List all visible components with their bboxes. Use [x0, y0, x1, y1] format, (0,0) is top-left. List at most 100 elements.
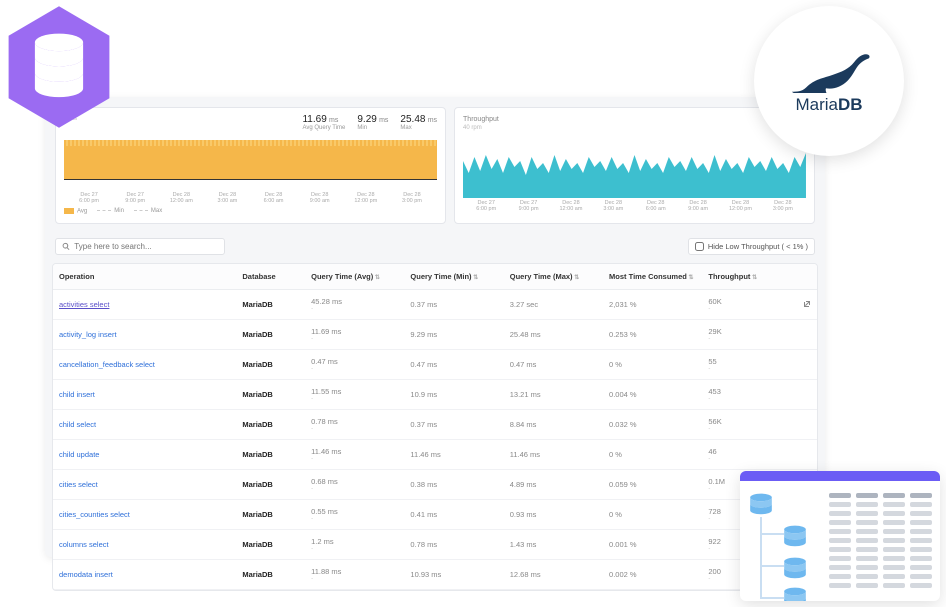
- schema-diagram-decoration: [740, 471, 940, 601]
- cell-operation[interactable]: cancellation_feedback select: [53, 349, 236, 379]
- cell-ext: [779, 349, 817, 379]
- th-qt-max[interactable]: Query Time (Max): [504, 264, 603, 290]
- metrics-block: 11.69 msAvg Query Time 9.29 msMin 25.48 …: [302, 114, 437, 131]
- cell-operation[interactable]: demodata insert: [53, 559, 236, 589]
- cell-qt-min: 0.37 ms: [404, 289, 503, 319]
- cell-throughput: 60K-: [702, 289, 778, 319]
- cell-qt-avg: 0.55 ms-: [305, 499, 404, 529]
- cell-qt-min: 11.46 ms: [404, 439, 503, 469]
- cell-operation[interactable]: child select: [53, 409, 236, 439]
- th-most-time[interactable]: Most Time Consumed: [603, 264, 702, 290]
- table-row[interactable]: columns selectMariaDB1.2 ms-0.78 ms1.43 …: [53, 529, 817, 559]
- cell-operation[interactable]: child insert: [53, 379, 236, 409]
- cell-operation[interactable]: activities select: [53, 289, 236, 319]
- hide-low-checkbox[interactable]: [695, 242, 704, 251]
- cell-qt-min: 10.93 ms: [404, 559, 503, 589]
- table-row[interactable]: child updateMariaDB11.46 ms-11.46 ms11.4…: [53, 439, 817, 469]
- database-icon: [748, 493, 774, 517]
- dashboard-panel: 11.69 msAvg Query Time 9.29 msMin 25.48 …: [45, 97, 825, 557]
- x-axis-right: Dec 276:00 pmDec 279:00 pmDec 2812:00 am…: [463, 198, 806, 212]
- cell-ext: [779, 319, 817, 349]
- database-icon: [782, 557, 808, 581]
- cell-throughput: 56K-: [702, 409, 778, 439]
- cell-qt-min: 0.47 ms: [404, 349, 503, 379]
- cell-operation[interactable]: columns select: [53, 529, 236, 559]
- cell-qt-min: 0.78 ms: [404, 529, 503, 559]
- cell-database: MariaDB: [236, 289, 305, 319]
- cell-most-time: 0.253 %: [603, 319, 702, 349]
- cell-qt-avg: 0.47 ms-: [305, 349, 404, 379]
- cell-qt-max: 0.93 ms: [504, 499, 603, 529]
- cell-ext: [779, 439, 817, 469]
- table-row[interactable]: cancellation_feedback selectMariaDB0.47 …: [53, 349, 817, 379]
- th-database[interactable]: Database: [236, 264, 305, 290]
- table-placeholder-lines: [829, 491, 932, 588]
- search-input[interactable]: [74, 242, 218, 251]
- cell-most-time: 0.032 %: [603, 409, 702, 439]
- cell-qt-min: 10.9 ms: [404, 379, 503, 409]
- search-icon: [62, 242, 70, 251]
- charts-row: 11.69 msAvg Query Time 9.29 msMin 25.48 …: [45, 97, 825, 234]
- cell-operation[interactable]: child update: [53, 439, 236, 469]
- area-chart-teal: [463, 143, 806, 198]
- cell-qt-max: 3.27 sec: [504, 289, 603, 319]
- toolbar: Hide Low Throughput ( < 1% ): [45, 234, 825, 263]
- chart-legend: Avg Min Max: [64, 208, 437, 215]
- cell-most-time: 0.002 %: [603, 559, 702, 589]
- cell-most-time: 0 %: [603, 439, 702, 469]
- cell-database: MariaDB: [236, 559, 305, 589]
- table-row[interactable]: cities selectMariaDB0.68 ms-0.38 ms4.89 …: [53, 469, 817, 499]
- table-row[interactable]: activities selectMariaDB45.28 ms-0.37 ms…: [53, 289, 817, 319]
- cell-database: MariaDB: [236, 499, 305, 529]
- cell-ext[interactable]: [779, 289, 817, 319]
- x-axis-left: Dec 276:00 pmDec 279:00 pmDec 2812:00 am…: [64, 190, 437, 204]
- cell-operation[interactable]: activity_log insert: [53, 319, 236, 349]
- search-box[interactable]: [55, 238, 225, 255]
- seal-icon: [787, 48, 872, 93]
- cell-qt-min: 9.29 ms: [404, 319, 503, 349]
- cell-ext: [779, 409, 817, 439]
- cell-qt-avg: 11.55 ms-: [305, 379, 404, 409]
- cell-qt-min: 0.38 ms: [404, 469, 503, 499]
- cell-qt-min: 0.41 ms: [404, 499, 503, 529]
- cell-most-time: 0.004 %: [603, 379, 702, 409]
- cell-ext: [779, 379, 817, 409]
- table-row[interactable]: activity_log insertMariaDB11.69 ms-9.29 …: [53, 319, 817, 349]
- cell-throughput: 46-: [702, 439, 778, 469]
- cell-qt-max: 25.48 ms: [504, 319, 603, 349]
- cell-throughput: 453-: [702, 379, 778, 409]
- cell-most-time: 0.059 %: [603, 469, 702, 499]
- cell-qt-avg: 11.69 ms-: [305, 319, 404, 349]
- th-qt-avg[interactable]: Query Time (Avg): [305, 264, 404, 290]
- th-throughput[interactable]: Throughput: [702, 264, 778, 290]
- cell-database: MariaDB: [236, 439, 305, 469]
- cell-operation[interactable]: cities select: [53, 469, 236, 499]
- cell-database: MariaDB: [236, 469, 305, 499]
- y-axis-label: 40 rpm: [463, 125, 806, 131]
- cell-database: MariaDB: [236, 409, 305, 439]
- cell-throughput: 55-: [702, 349, 778, 379]
- hide-low-throughput-toggle[interactable]: Hide Low Throughput ( < 1% ): [688, 238, 815, 255]
- cell-qt-min: 0.37 ms: [404, 409, 503, 439]
- cell-throughput: 29K-: [702, 319, 778, 349]
- table-row[interactable]: cities_counties selectMariaDB0.55 ms-0.4…: [53, 499, 817, 529]
- table-row[interactable]: child insertMariaDB11.55 ms-10.9 ms13.21…: [53, 379, 817, 409]
- area-chart-orange: [64, 140, 437, 190]
- cell-database: MariaDB: [236, 529, 305, 559]
- cell-qt-avg: 1.2 ms-: [305, 529, 404, 559]
- table-row[interactable]: child selectMariaDB0.78 ms-0.37 ms8.84 m…: [53, 409, 817, 439]
- cell-qt-max: 1.43 ms: [504, 529, 603, 559]
- cell-qt-max: 12.68 ms: [504, 559, 603, 589]
- database-icon: [782, 587, 808, 601]
- cell-most-time: 0.001 %: [603, 529, 702, 559]
- cell-database: MariaDB: [236, 349, 305, 379]
- th-operation[interactable]: Operation: [53, 264, 236, 290]
- database-icon: [782, 525, 808, 549]
- cell-qt-max: 0.47 ms: [504, 349, 603, 379]
- table-row[interactable]: demodata insertMariaDB11.88 ms-10.93 ms1…: [53, 559, 817, 589]
- th-qt-min[interactable]: Query Time (Min): [404, 264, 503, 290]
- mariadb-logo-badge: MariaDB: [754, 6, 904, 156]
- cell-database: MariaDB: [236, 319, 305, 349]
- cell-operation[interactable]: cities_counties select: [53, 499, 236, 529]
- external-link-icon[interactable]: [803, 300, 811, 308]
